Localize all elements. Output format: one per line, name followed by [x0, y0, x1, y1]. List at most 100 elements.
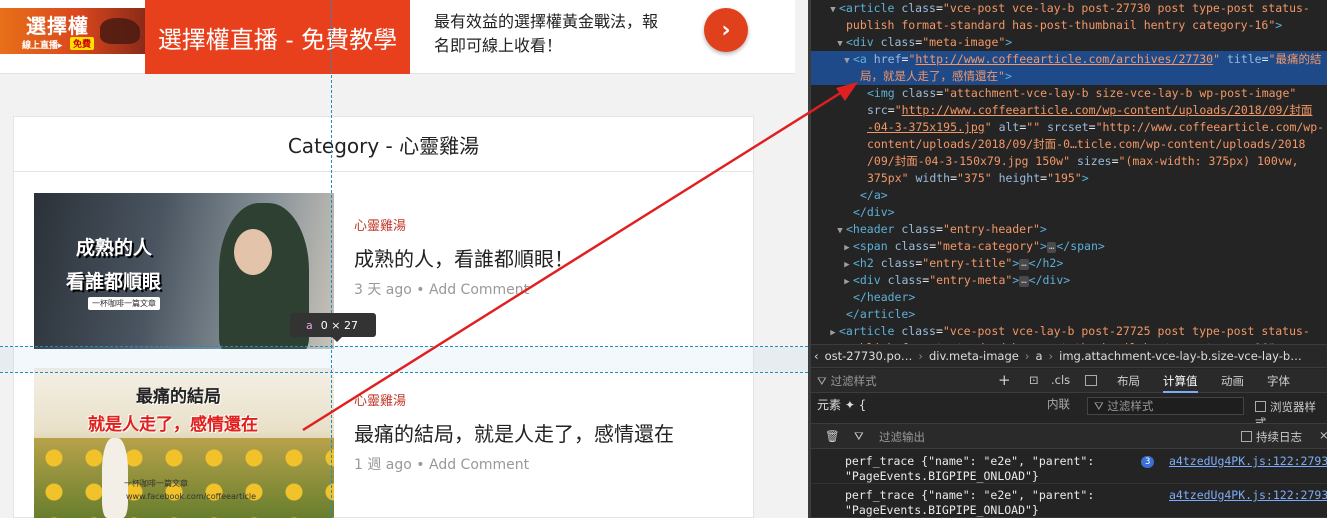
log-message-cont: "PageEvents.BIGPIPE_ONLOAD"} [845, 469, 1039, 483]
dom-node-markup: </div> [853, 205, 895, 219]
dom-node-line[interactable]: ▶ <div class="entry-meta">… </div> [811, 272, 1327, 289]
dom-node-line[interactable]: </article> [811, 306, 1327, 323]
dom-node-line[interactable]: </div> [811, 204, 1327, 221]
dom-node-markup: content/uploads/2018/09/封面-0…ticle.com/w… [867, 137, 1306, 151]
tooltip-size: 0 × 27 [320, 318, 358, 332]
inspect-tooltip: a 0 × 27 [290, 313, 376, 342]
element-state-icon[interactable]: ⊡ [1029, 373, 1039, 387]
thumbnail-caption-2: 看誰都順眼 [66, 271, 162, 293]
breadcrumb-item[interactable]: img.attachment-vce-lay-b.size-vce-lay-b… [1059, 349, 1302, 363]
styles-filter-input[interactable]: ⛛ 过滤样式 [817, 372, 1007, 390]
dom-node-line[interactable]: ▼ <article class="vce-post vce-lay-b post… [811, 0, 1327, 17]
add-rule-icon[interactable]: + [998, 371, 1011, 389]
dom-node-markup: <div class="entry-meta">… </div> [853, 273, 1071, 287]
dom-node-markup: <a href="http://www.coffeearticle.com/ar… [853, 52, 1322, 66]
dom-node-line[interactable]: -04-3-375x195.jpg" alt="" srcset="http:/… [811, 119, 1327, 136]
ad-logo-subtitle: 線上直播▸ [22, 41, 63, 51]
elements-tree[interactable]: ▼ <article class="vce-post vce-lay-b post… [811, 0, 1327, 344]
cls-button[interactable]: .cls [1051, 373, 1070, 387]
dom-node-line[interactable]: ▶ <span class="meta-category">… </span> [811, 238, 1327, 255]
filter-icon[interactable]: ⛛ [854, 429, 864, 444]
dom-node-line[interactable]: ▼ <div class="meta-image"> [811, 34, 1327, 51]
dom-node-line[interactable]: content/uploads/2018/09/封面-0…ticle.com/w… [811, 136, 1327, 153]
console-log-entry: perf_trace {"name": "e2e", "parent": "Pa… [811, 450, 1327, 484]
tab-fonts[interactable]: 字体 [1267, 373, 1290, 389]
sidebar-toggle-icon[interactable] [1085, 375, 1097, 386]
dom-node-markup: <img class="attachment-vce-lay-b size-vc… [867, 86, 1297, 100]
dom-node-markup: /09/封面-04-3-150x79.jpg 150w" sizes="(max… [867, 154, 1299, 168]
dom-node-markup: src="http://www.coffeearticle.com/wp-con… [867, 103, 1313, 117]
dom-node-line[interactable]: </a> [811, 187, 1327, 204]
console-filter-input[interactable]: 过滤输出 [879, 429, 925, 445]
inspect-guide-horizontal-bottom [0, 372, 808, 373]
inspect-highlight [0, 347, 808, 372]
inline-label: 内联 [1047, 397, 1070, 411]
filter-icon: ⛛ [817, 374, 827, 388]
dom-node-markup: -04-3-375x195.jpg" alt="" srcset="http:/… [867, 120, 1325, 134]
tab-layout[interactable]: 布局 [1117, 373, 1140, 389]
entry-title-link[interactable]: 成熟的人，看誰都順眼！ [354, 243, 574, 272]
breadcrumb-item[interactable]: div.meta-image [929, 349, 1019, 363]
inspect-guide-horizontal-top [0, 346, 808, 347]
breadcrumb-item[interactable]: a [1035, 349, 1042, 363]
breadcrumb: ‹ ost-27730.po… › div.meta-image › a › img.atta… [811, 344, 1327, 368]
trash-icon[interactable]: 🗑 [825, 429, 840, 443]
tab-animations[interactable]: 动画 [1221, 373, 1244, 389]
breadcrumb-separator: › [1048, 349, 1054, 363]
close-icon[interactable]: × [1319, 428, 1327, 442]
post-thumbnail[interactable]: 最痛的結局 就是人走了，感情還在 一杯咖啡一篇文章 www.facebook.c… [34, 368, 334, 518]
entry-meta[interactable]: 1 週 ago • Add Comment [354, 454, 529, 474]
dom-node-line[interactable]: src="http://www.coffeearticle.com/wp-con… [811, 102, 1327, 119]
dom-node-markup: 局，就是人走了，感情還在"> [860, 69, 1012, 83]
computed-filter-placeholder: 过滤样式 [1107, 399, 1154, 413]
computed-filter-input[interactable]: ⛛ 过滤样式 [1087, 397, 1244, 415]
thumbnail-brand: 一杯咖啡一篇文章 [124, 479, 188, 488]
dom-node-markup: <span class="meta-category">… </span> [853, 239, 1105, 253]
dom-node-line[interactable]: ▼ <a href="http://www.coffeearticle.com/a… [811, 51, 1327, 68]
log-source-link[interactable]: a4tzedUg4PK.js:122:2793 [1169, 488, 1327, 502]
post-list: 成熟的人 看誰都順眼 一杯咖啡一篇文章 心靈雞湯 成熟的人，看誰都順眼！ 3 天… [13, 172, 754, 518]
dom-node-line[interactable]: 局，就是人走了，感情還在"> [811, 68, 1327, 85]
dom-node-line[interactable]: </header> [811, 289, 1327, 306]
thumbnail-face [234, 229, 272, 275]
ad-headline-block[interactable]: 選擇權直播 - 免費教學 [145, 0, 410, 74]
ad-logo-title: 選擇權 [26, 14, 89, 38]
category-header: Category - 心靈雞湯 [13, 116, 754, 172]
dom-node-line[interactable]: ▼ <header class="entry-header"> [811, 221, 1327, 238]
entry-title-link[interactable]: 最痛的結局，就是人走了，感情還在 [354, 418, 674, 447]
bull-icon [100, 18, 140, 44]
thumbnail-caption-1: 成熟的人 [76, 237, 153, 259]
dom-node-line[interactable]: publish format-standard has-post-thumbna… [811, 17, 1327, 34]
checkbox-icon [1241, 431, 1252, 442]
ad-logo[interactable]: 選擇權 線上直播▸ 免費 [0, 8, 145, 54]
devtools-panel: ▼ <article class="vce-post vce-lay-b post… [808, 0, 1327, 518]
thumbnail-caption-2: 就是人走了，感情還在 [88, 415, 258, 435]
entry-meta[interactable]: 3 天 ago • Add Comment [354, 279, 529, 299]
dom-node-line[interactable]: 375px" width="375" height="195"> [811, 170, 1327, 187]
dom-node-markup: <h2 class="entry-title">… </h2> [853, 256, 1064, 270]
persist-log-checkbox[interactable]: 持续日志 [1241, 429, 1302, 445]
chevron-left-icon[interactable]: ‹ [814, 349, 819, 363]
thumbnail-url: www.facebook.com/coffeearticle [126, 492, 257, 501]
meta-category-link[interactable]: 心靈雞湯 [354, 215, 406, 234]
chevron-right-icon[interactable]: › [704, 8, 748, 52]
dom-node-line[interactable]: ▶ <h2 class="entry-title">… </h2> [811, 255, 1327, 272]
dom-node-markup: </a> [860, 188, 888, 202]
log-message: perf_trace {"name": "e2e", "parent": [845, 454, 1095, 468]
dom-node-markup: <article class="vce-post vce-lay-b post-… [839, 324, 1310, 338]
breadcrumb-item[interactable]: ost-27730.po… [825, 349, 913, 363]
styles-toolbar: ⛛ 过滤样式 + ⊡ .cls 布局 计算值 动画 字体 [811, 369, 1327, 393]
meta-category-link[interactable]: 心靈雞湯 [354, 390, 406, 409]
inspect-guide-vertical [331, 0, 332, 518]
ad-banner[interactable]: 選擇權 線上直播▸ 免費 選擇權直播 - 免費教學 最有效益的選擇權黃金戰法，報… [0, 0, 795, 74]
dom-node-line[interactable]: ▶ <article class="vce-post vce-lay-b post… [811, 323, 1327, 340]
log-source-link[interactable]: a4tzedUg4PK.js:122:2793 [1169, 454, 1327, 468]
thumbnail-brand: 一杯咖啡一篇文章 [88, 297, 160, 310]
dom-node-line[interactable]: <img class="attachment-vce-lay-b size-vc… [811, 85, 1327, 102]
ad-body-text: 最有效益的選擇權黃金戰法，報名即可線上收看！ [434, 12, 659, 55]
styles-filter-placeholder: 过滤样式 [830, 374, 877, 388]
tab-computed[interactable]: 计算值 [1163, 373, 1198, 393]
dom-node-line[interactable]: /09/封面-04-3-150x79.jpg 150w" sizes="(max… [811, 153, 1327, 170]
element-style-rule[interactable]: 元素 ✦ { [817, 396, 866, 413]
post-thumbnail[interactable]: 成熟的人 看誰都順眼 一杯咖啡一篇文章 [34, 193, 334, 349]
